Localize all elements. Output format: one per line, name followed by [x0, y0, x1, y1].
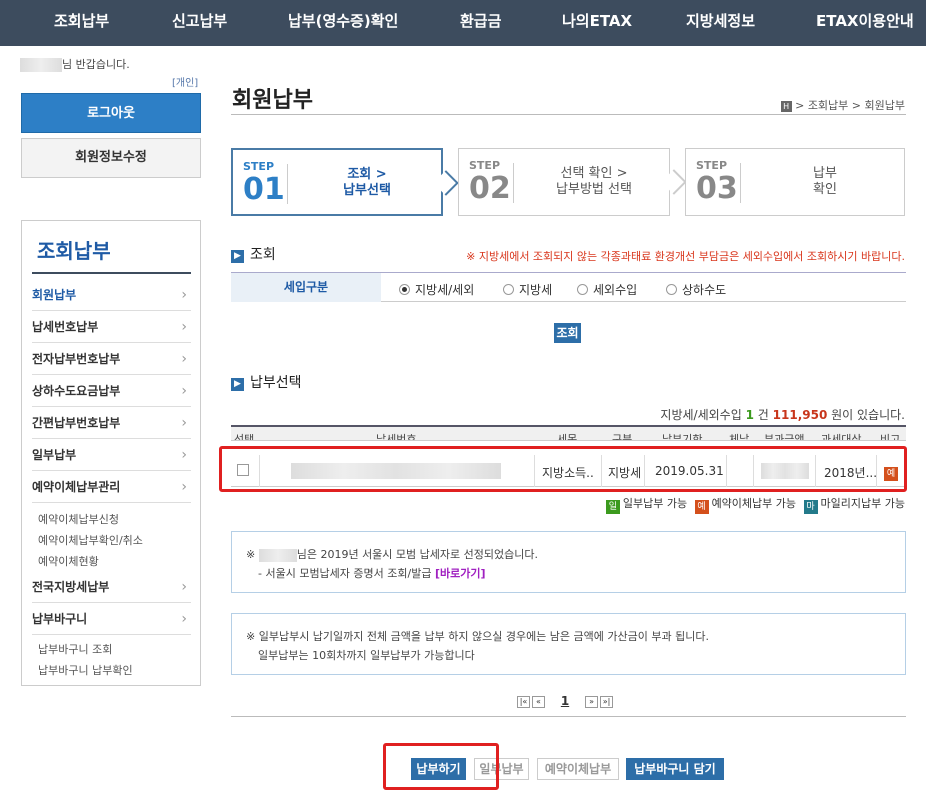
step-text: 조회 > 납부선택: [343, 167, 391, 198]
section-heading-payment: ▶ 납부선택: [231, 372, 302, 392]
sidebar-item-member-pay[interactable]: 회원납부 ›: [32, 279, 191, 311]
sidebar-item-water-pay[interactable]: 상하수도요금납부 ›: [32, 375, 191, 407]
section-heading-search: ▶ 조회: [231, 244, 276, 264]
nav-item-inquiry-pay[interactable]: 조회납부: [54, 0, 109, 46]
step-1: STEP 01 조회 > 납부선택: [231, 148, 459, 216]
side-menu: 조회납부 회원납부 › 납세번호납부 › 전자납부번호납부 › 상하수도요금납부 › 간…: [21, 220, 201, 686]
reservation-pay-button[interactable]: 예약이체납부: [537, 758, 619, 780]
sidebar-item-reservation[interactable]: 예약이체납부관리 ›: [32, 471, 191, 503]
radio-selected-icon[interactable]: [399, 284, 410, 295]
shortcut-link[interactable]: [바로가기]: [435, 567, 486, 580]
sidebar-item-electronic-pay[interactable]: 전자납부번호납부 ›: [32, 343, 191, 375]
partial-pay-notice: ※ 일부납부시 납기일까지 전체 금액을 납부 하지 않으실 경우에는 남은 금…: [231, 613, 906, 675]
divider: [32, 272, 191, 274]
step-2: STEP 02 선택 확인 > 납부방법 선택: [458, 148, 687, 216]
nav-item-my-etax[interactable]: 나의ETAX: [562, 0, 632, 46]
step-text: 선택 확인 > 납부방법 선택: [556, 166, 632, 197]
prev-page-button[interactable]: «: [532, 695, 545, 708]
radio-icon[interactable]: [577, 284, 588, 295]
reservation-badge: 예: [694, 500, 709, 514]
payment-summary: 지방세/세외수입 1 건 111,950 원이 있습니다.: [660, 408, 905, 422]
user-name-redacted: [20, 58, 62, 72]
payment-amount: 111,950: [772, 408, 828, 422]
divider: [231, 716, 906, 717]
filter-label: 세입구분: [231, 273, 381, 302]
payment-count: 1: [745, 408, 754, 422]
radio-local-tax[interactable]: 지방세: [503, 281, 552, 298]
sidebar-sub-reservation-status[interactable]: 예약이체현황: [38, 553, 99, 569]
sidebar-sub-basket-confirm[interactable]: 납부바구니 납부확인: [38, 662, 133, 678]
chevron-right-icon: ›: [181, 479, 187, 495]
breadcrumb-item[interactable]: 조회납부: [808, 99, 848, 112]
member-edit-button[interactable]: 회원정보수정: [21, 138, 201, 178]
breadcrumb-current: 회원납부: [864, 99, 905, 112]
nav-item-local-tax-info[interactable]: 지방세정보: [686, 0, 755, 46]
step-number: 02: [469, 171, 511, 206]
sidebar-item-basket[interactable]: 납부바구니 ›: [32, 603, 191, 635]
radio-icon[interactable]: [503, 284, 514, 295]
next-page-button[interactable]: »: [585, 695, 599, 708]
chevron-right-icon: ›: [181, 351, 187, 367]
revenue-type-filter: 세입구분 지방세/세외 지방세 세외수입 상하수도: [231, 272, 906, 302]
sidebar-sub-basket-view[interactable]: 납부바구니 조회: [38, 641, 112, 657]
home-icon[interactable]: H: [780, 100, 792, 112]
sidebar-sub-reservation-apply[interactable]: 예약이체납부신청: [38, 511, 119, 527]
mileage-badge: 마: [803, 500, 818, 514]
radio-icon[interactable]: [666, 284, 677, 295]
side-menu-title: 조회납부: [37, 239, 111, 263]
sidebar-item-partial-pay[interactable]: 일부납부 ›: [32, 439, 191, 471]
user-name-redacted: [258, 548, 297, 562]
radio-nontax[interactable]: 세외수입: [577, 281, 637, 298]
sidebar-item-national-pay[interactable]: 전국지방세납부 ›: [32, 571, 191, 603]
partial-pay-badge: 일: [605, 500, 620, 514]
first-page-button[interactable]: |«: [517, 695, 530, 708]
chevron-right-icon: ›: [181, 611, 187, 627]
chevron-right-icon: ›: [181, 579, 187, 595]
sidebar-sub-reservation-confirm[interactable]: 예약이체납부확인/취소: [38, 532, 143, 548]
chevron-right-icon: ›: [181, 415, 187, 431]
personal-tag: [개인]: [172, 78, 199, 89]
add-to-basket-button[interactable]: 납부바구니 담기: [626, 758, 724, 780]
divider: [231, 114, 906, 115]
highlight-pay-box: [383, 743, 499, 790]
sidebar-item-simple-pay[interactable]: 간편납부번호납부 ›: [32, 407, 191, 439]
chevron-right-icon: ›: [181, 383, 187, 399]
current-page[interactable]: 1: [561, 694, 569, 708]
top-navigation: 조회납부 신고납부 납부(영수증)확인 환급금 나의ETAX 지방세정보 ETA…: [0, 0, 926, 46]
greeting: 님 반갑습니다.: [20, 56, 130, 72]
search-button[interactable]: 조회: [554, 323, 581, 343]
radio-local-and-nontax[interactable]: 지방세/세외: [399, 281, 474, 298]
last-page-button[interactable]: »|: [600, 695, 614, 708]
search-notice: ※ 지방세에서 조회되지 않는 각종과태료 환경개선 부담금은 세외수입에서 조…: [466, 250, 905, 263]
page-title: 회원납부: [232, 88, 313, 113]
nav-item-etax-guide[interactable]: ETAX이용안내: [816, 0, 914, 46]
model-taxpayer-notice: ※ 님은 2019년 서울시 모범 납세자로 선정되었습니다. - 서울시 모범…: [231, 531, 906, 593]
step-number: 03: [696, 171, 738, 206]
radio-water[interactable]: 상하수도: [666, 281, 726, 298]
pagination: |« « 1 » »|: [517, 694, 615, 708]
badge-legend: 일 일부납부 가능 예 예약이체납부 가능 마 마일리지납부 가능: [602, 495, 905, 514]
chevron-right-icon: ›: [181, 447, 187, 463]
chevron-right-icon: ›: [181, 287, 187, 303]
chevron-right-icon: ›: [181, 319, 187, 335]
section-arrow-icon: ▶: [231, 250, 244, 263]
step-3: STEP 03 납부 확인: [685, 148, 905, 216]
table-header: 선택 납세번호 세목 구분 납부기한 체납 부과금액 과세대상 비고: [231, 427, 906, 441]
sidebar-item-tax-number-pay[interactable]: 납세번호납부 ›: [32, 311, 191, 343]
logout-button[interactable]: 로그아웃: [21, 93, 201, 133]
step-number: 01: [243, 172, 285, 207]
section-arrow-icon: ▶: [231, 378, 244, 391]
breadcrumb: H > 조회납부 > 회원납부: [780, 97, 905, 113]
nav-item-report-pay[interactable]: 신고납부: [172, 0, 227, 46]
nav-item-receipt[interactable]: 납부(영수증)확인: [288, 0, 398, 46]
highlight-row-box: [219, 446, 907, 492]
nav-item-refund[interactable]: 환급금: [460, 0, 501, 46]
step-text: 납부 확인: [813, 166, 837, 197]
